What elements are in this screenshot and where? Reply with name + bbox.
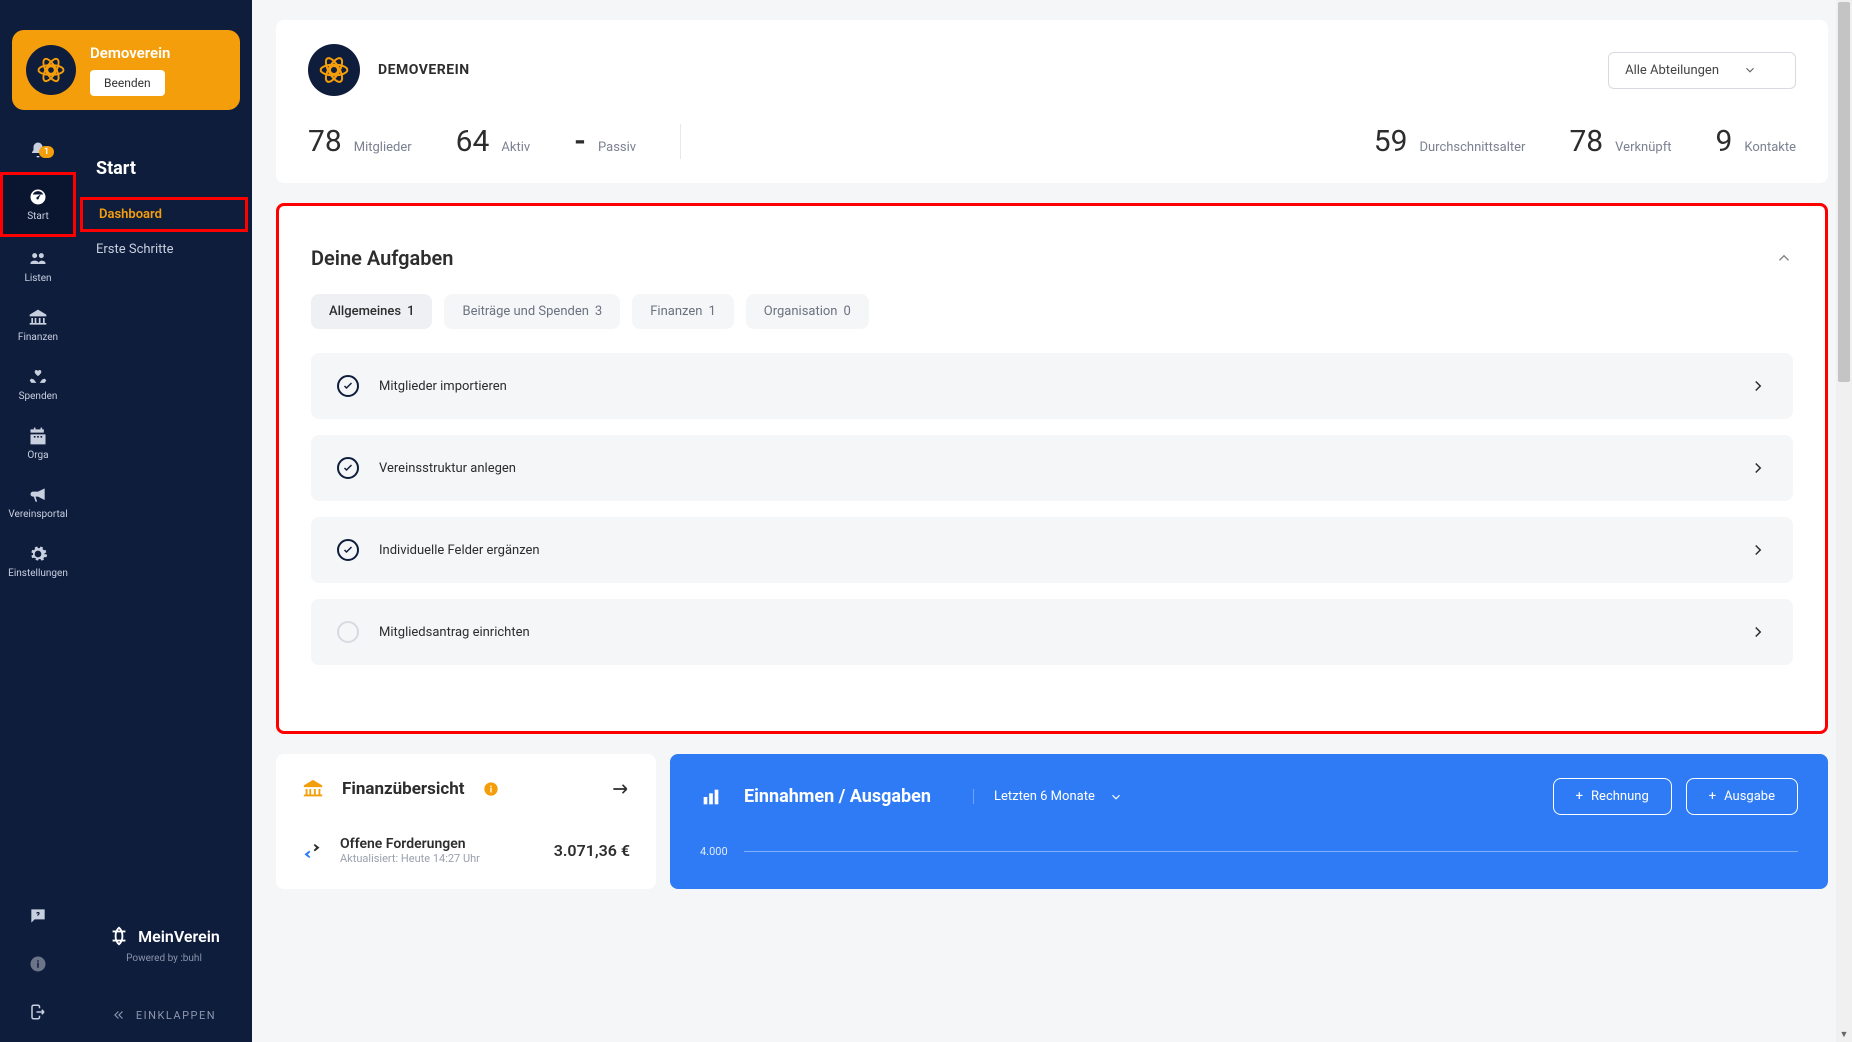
nav-notifications[interactable]: 1 [0,140,76,172]
chevron-right-icon [1749,623,1767,641]
secondary-nav-erste-schritte[interactable]: Erste Schritte [76,232,252,267]
nav-finanzen[interactable]: Finanzen [0,296,76,355]
stat-aktiv: 64 Aktiv [456,124,575,159]
finance-overview-card: Finanzübersicht Offene Forderungen Aktua… [276,754,656,889]
tasks-card: Deine Aufgaben Allgemeines1 Beiträge und… [276,203,1828,734]
chevron-down-icon [1743,63,1757,77]
nav-vereinsportal[interactable]: Vereinsportal [0,473,76,532]
nav-einstellungen[interactable]: Einstellungen [0,532,76,591]
org-header-avatar [308,44,360,96]
org-avatar [26,45,76,95]
tab-beitraege[interactable]: Beiträge und Spenden3 [444,294,620,329]
stat-kontakte: 9 Kontakte [1715,124,1796,159]
secondary-nav-title: Start [96,158,252,179]
nav-help[interactable] [0,906,76,926]
empty-circle-icon [337,621,359,643]
period-select[interactable]: Letzten 6 Monate [973,789,1123,804]
task-tabs: Allgemeines1 Beiträge und Spenden3 Finan… [311,294,1793,329]
nav-orga[interactable]: Orga [0,414,76,473]
plus-icon: + [1576,789,1583,804]
check-circle-icon [337,539,359,561]
open-claims-updated: Aktualisiert: Heute 14:27 Uhr [340,852,480,865]
nav-info[interactable] [0,954,76,974]
gear-icon [28,544,48,564]
check-circle-icon [337,457,359,479]
task-item[interactable]: Individuelle Felder ergänzen [311,517,1793,583]
rechnung-button[interactable]: + Rechnung [1553,778,1672,815]
people-icon [28,249,48,269]
nav-rail: 1 Start Listen Finanzen [0,0,76,1042]
transfer-icon [302,841,322,861]
stat-passiv: - Passiv [574,124,680,159]
stat-alter: 59 Durchschnittsalter [1374,124,1570,159]
chevron-right-icon [1749,377,1767,395]
help-chat-icon [28,906,48,926]
org-header-name: DEMOVEREIN [378,62,470,78]
gauge-icon [28,187,48,207]
income-expense-title: Einnahmen / Ausgaben [744,786,931,807]
nav-logout[interactable] [0,1002,76,1022]
info-icon[interactable] [483,781,499,797]
income-expense-card: Einnahmen / Ausgaben Letzten 6 Monate + … [670,754,1828,889]
scrollbar[interactable]: ▲ ▼ [1836,0,1852,1042]
end-button[interactable]: Beenden [90,70,165,96]
calendar-icon [28,426,48,446]
stat-mitglieder: 78 Mitglieder [308,124,456,159]
chevron-double-left-icon [112,1008,126,1022]
task-item[interactable]: Vereinsstruktur anlegen [311,435,1793,501]
chart-y-tick: 4.000 [700,845,728,858]
powered-by: Powered by :buhl [96,953,232,964]
secondary-nav-dashboard[interactable]: Dashboard [80,197,248,232]
app-logo: MeinVerein [96,925,232,947]
tab-organisation[interactable]: Organisation0 [746,294,869,329]
chevron-right-icon [1749,459,1767,477]
open-claims-title: Offene Forderungen [340,836,480,852]
org-card: Demoverein Beenden [12,30,240,110]
plus-icon: + [1709,789,1716,804]
scrollbar-down-icon[interactable]: ▼ [1836,1026,1852,1042]
chevron-up-icon[interactable] [1775,249,1793,267]
nav-start[interactable]: Start [0,172,76,237]
ausgabe-button[interactable]: + Ausgabe [1686,778,1798,815]
stat-verknuepft: 78 Verknüpft [1569,124,1715,159]
chevron-down-icon [1109,790,1123,804]
department-select[interactable]: Alle Abteilungen [1608,52,1796,89]
task-item[interactable]: Mitgliedsantrag einrichten [311,599,1793,665]
main-content: DEMOVEREIN Alle Abteilungen 78 Mitgliede… [252,0,1852,1042]
nav-spenden[interactable]: Spenden [0,355,76,414]
megaphone-icon [28,485,48,505]
open-claims-amount: 3.071,36 € [554,841,630,860]
bank-icon [302,778,324,800]
nav-listen[interactable]: Listen [0,237,76,296]
finance-title: Finanzübersicht [342,779,465,799]
info-icon [28,954,48,974]
hands-heart-icon [28,367,48,387]
tasks-title: Deine Aufgaben [311,246,453,270]
org-name: Demoverein [90,44,170,62]
nav-secondary: Demoverein Beenden Start Dashboard Erste… [76,0,252,1042]
notification-badge: 1 [39,146,54,158]
collapse-button[interactable]: EINKLAPPEN [76,984,252,1042]
finance-row: Finanzübersicht Offene Forderungen Aktua… [276,754,1828,889]
tab-finanzen[interactable]: Finanzen1 [632,294,734,329]
chevron-right-icon [1749,541,1767,559]
arrow-right-icon[interactable] [610,779,630,799]
bar-chart-icon [700,786,722,808]
tab-allgemeines[interactable]: Allgemeines1 [311,294,432,329]
logout-icon [28,1002,48,1022]
bank-icon [28,308,48,328]
header-card: DEMOVEREIN Alle Abteilungen 78 Mitgliede… [276,20,1828,183]
task-item[interactable]: Mitglieder importieren [311,353,1793,419]
check-circle-icon [337,375,359,397]
scrollbar-thumb[interactable] [1838,2,1850,382]
